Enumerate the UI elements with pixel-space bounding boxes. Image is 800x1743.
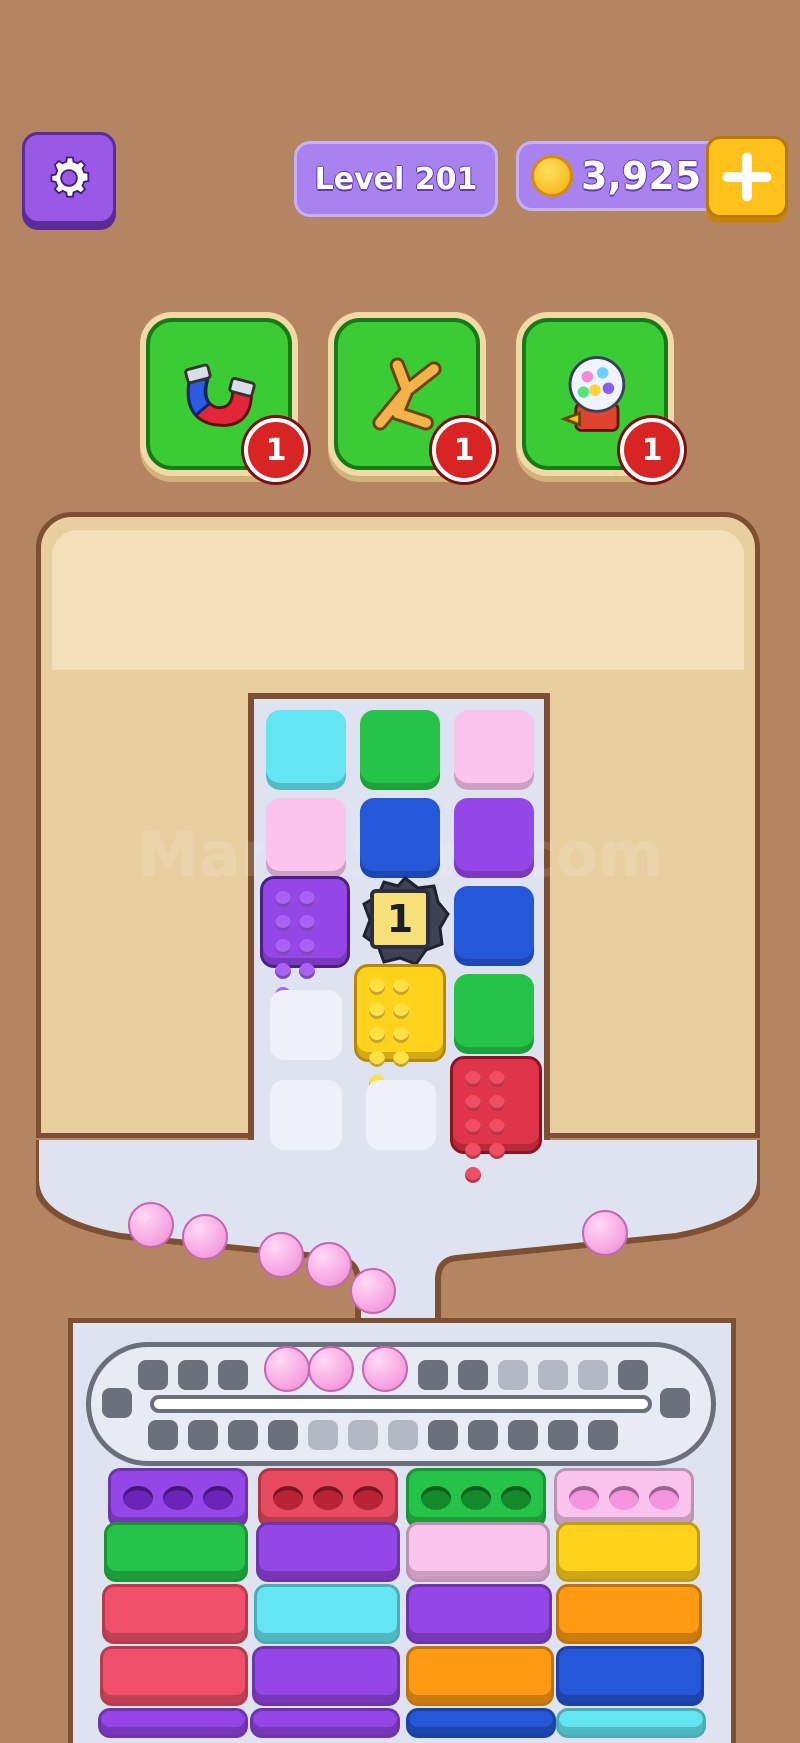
pink-ball-on-track (264, 1346, 310, 1392)
add-coins-button[interactable] (706, 136, 788, 218)
container-green[interactable] (406, 1468, 546, 1528)
container-pink[interactable] (406, 1522, 550, 1582)
tile-empty (270, 990, 342, 1060)
track-slot (538, 1360, 568, 1390)
level-indicator: Level 201 (294, 141, 498, 217)
track-slot (418, 1360, 448, 1390)
tile-green[interactable] (360, 710, 440, 790)
track-slot (218, 1360, 248, 1390)
track-slot (498, 1360, 528, 1390)
track-slot (178, 1360, 208, 1390)
coin-icon (531, 155, 573, 197)
track-slot (618, 1360, 648, 1390)
level-label: Level 201 (314, 161, 478, 197)
booster-magnet-count: 1 (244, 418, 308, 482)
track-slot (428, 1420, 458, 1450)
coin-counter: 3,925 (516, 141, 716, 211)
container-yellow[interactable] (556, 1522, 700, 1582)
gear-icon (50, 156, 90, 198)
container-blue[interactable] (406, 1708, 556, 1738)
conveyor-divider (150, 1395, 652, 1413)
locked-tile-count: 1 (370, 889, 430, 949)
track-slot (508, 1420, 538, 1450)
track-slot (548, 1420, 578, 1450)
plus-icon (722, 152, 772, 202)
track-slot (458, 1360, 488, 1390)
tile-red-pins[interactable] (450, 1056, 542, 1183)
pink-ball (582, 1210, 628, 1256)
track-slot (468, 1420, 498, 1450)
tile-yellow-pins[interactable] (354, 964, 446, 1091)
container-purple[interactable] (252, 1646, 400, 1706)
coin-count: 3,925 (581, 154, 702, 198)
track-slot (268, 1420, 298, 1450)
container-orange[interactable] (406, 1646, 554, 1706)
pink-ball (258, 1232, 304, 1278)
container-orange[interactable] (556, 1584, 702, 1644)
tile-cyan[interactable] (266, 710, 346, 790)
tile-blue[interactable] (454, 886, 534, 966)
tile-pink[interactable] (454, 710, 534, 790)
settings-button[interactable] (22, 132, 116, 224)
tile-pink[interactable] (266, 798, 346, 878)
track-slot (388, 1420, 418, 1450)
track-slot (138, 1360, 168, 1390)
container-purple[interactable] (108, 1468, 248, 1528)
track-slot (588, 1420, 618, 1450)
pink-ball (306, 1242, 352, 1288)
container-blue[interactable] (556, 1646, 704, 1706)
board-tray-highlight (52, 530, 744, 670)
pink-ball-on-track (308, 1346, 354, 1392)
tile-purple-pins[interactable] (260, 876, 350, 1003)
container-purple[interactable] (250, 1708, 400, 1738)
track-slot (308, 1420, 338, 1450)
container-pink[interactable] (554, 1468, 694, 1528)
pink-ball (350, 1268, 396, 1314)
tile-empty (366, 1080, 436, 1150)
track-slot (188, 1420, 218, 1450)
track-slot (348, 1420, 378, 1450)
track-slot (228, 1420, 258, 1450)
container-cyan[interactable] (254, 1584, 400, 1644)
track-slot (578, 1360, 608, 1390)
container-red[interactable] (258, 1468, 398, 1528)
pink-ball (128, 1202, 174, 1248)
tile-empty (270, 1080, 342, 1150)
tile-blue[interactable] (360, 798, 440, 878)
tile-green[interactable] (454, 974, 534, 1054)
container-red[interactable] (102, 1584, 248, 1644)
container-green[interactable] (104, 1522, 248, 1582)
booster-shuffle-count: 1 (432, 418, 496, 482)
pink-ball-on-track (362, 1346, 408, 1392)
booster-gumball-count: 1 (620, 418, 684, 482)
container-red[interactable] (100, 1646, 248, 1706)
container-purple[interactable] (98, 1708, 248, 1738)
track-slot (148, 1420, 178, 1450)
container-cyan[interactable] (556, 1708, 706, 1738)
container-purple[interactable] (406, 1584, 552, 1644)
track-slot (660, 1388, 690, 1418)
tile-purple[interactable] (454, 798, 534, 878)
pink-ball (182, 1214, 228, 1260)
container-purple[interactable] (256, 1522, 400, 1582)
track-slot (102, 1388, 132, 1418)
